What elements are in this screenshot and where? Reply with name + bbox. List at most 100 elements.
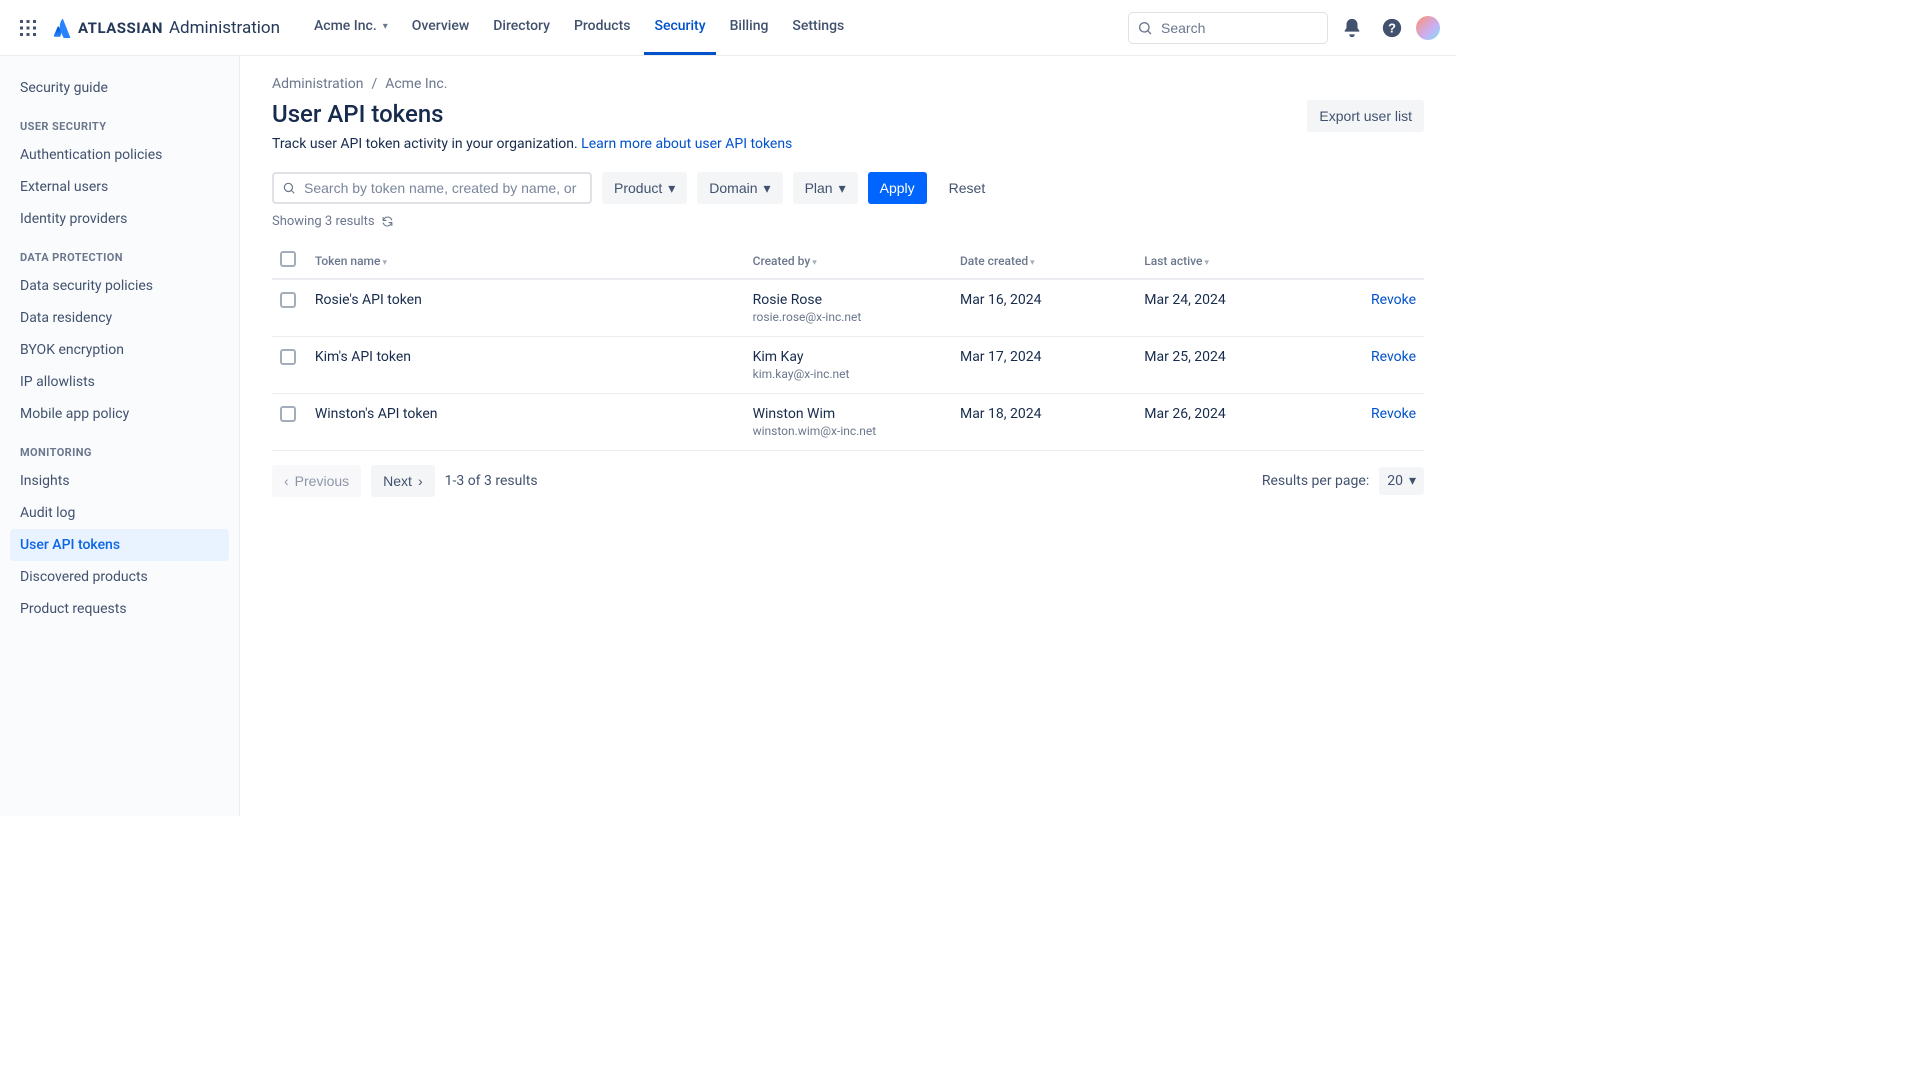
top-nav: ATLASSIAN Administration Acme Inc. ▾ Ove… — [0, 0, 1456, 56]
atlassian-logo[interactable]: ATLASSIAN Administration — [52, 18, 280, 38]
chevron-right-icon: › — [418, 473, 423, 489]
sidebar-item-user-api-tokens[interactable]: User API tokens — [10, 529, 229, 561]
notifications-icon[interactable] — [1336, 12, 1368, 44]
nav-billing[interactable]: Billing — [720, 0, 779, 55]
sidebar-item-identity-providers[interactable]: Identity providers — [10, 203, 229, 235]
sidebar-group-data-protection: DATA PROTECTION — [10, 235, 229, 270]
filter-plan[interactable]: Plan▾ — [793, 172, 858, 204]
breadcrumb-root[interactable]: Administration — [272, 76, 363, 92]
chevron-down-icon: ▾ — [668, 180, 675, 197]
primary-nav: Acme Inc. ▾ Overview Directory Products … — [304, 0, 854, 55]
pagination: ‹ Previous Next › 1-3 of 3 results Resul… — [272, 465, 1424, 497]
export-user-list-button[interactable]: Export user list — [1307, 100, 1424, 132]
page-description: Track user API token activity in your or… — [272, 136, 1424, 152]
reset-button[interactable]: Reset — [937, 172, 998, 204]
search-icon — [1137, 20, 1153, 36]
revoke-link[interactable]: Revoke — [1371, 349, 1416, 365]
org-switcher[interactable]: Acme Inc. ▾ — [304, 0, 398, 55]
page-description-text: Track user API token activity in your or… — [272, 136, 581, 152]
results-per-page-select[interactable]: 20 ▾ — [1379, 467, 1424, 495]
revoke-link[interactable]: Revoke — [1371, 406, 1416, 422]
cell-created-by: Kim Kay kim.kay@x-inc.net — [745, 337, 952, 394]
col-created-by[interactable]: Created by▾ — [745, 243, 952, 279]
nav-settings[interactable]: Settings — [782, 0, 854, 55]
sort-icon: ▾ — [1030, 258, 1035, 268]
sidebar: Security guide USER SECURITY Authenticat… — [0, 56, 240, 816]
sort-icon: ▾ — [812, 258, 817, 268]
col-date-created[interactable]: Date created▾ — [952, 243, 1136, 279]
refresh-icon[interactable] — [381, 215, 394, 228]
brand-suffix: Administration — [169, 18, 280, 38]
nav-security[interactable]: Security — [644, 0, 715, 55]
sort-icon: ▾ — [382, 258, 387, 268]
sidebar-item-discovered-products[interactable]: Discovered products — [10, 561, 229, 593]
cell-last-active: Mar 25, 2024 — [1136, 337, 1320, 394]
previous-button[interactable]: ‹ Previous — [272, 465, 361, 497]
search-icon — [282, 181, 296, 195]
atlassian-mark-icon — [52, 18, 72, 38]
sidebar-item-data-residency[interactable]: Data residency — [10, 302, 229, 334]
cell-token-name: Kim's API token — [307, 337, 745, 394]
token-search[interactable] — [272, 172, 592, 204]
chevron-left-icon: ‹ — [284, 473, 289, 489]
next-button[interactable]: Next › — [371, 465, 434, 497]
cell-date-created: Mar 16, 2024 — [952, 279, 1136, 337]
breadcrumb-org[interactable]: Acme Inc. — [385, 76, 447, 92]
sidebar-item-byok-encryption[interactable]: BYOK encryption — [10, 334, 229, 366]
global-search-input[interactable] — [1159, 19, 1344, 37]
nav-products[interactable]: Products — [564, 0, 641, 55]
results-per-page-label: Results per page: — [1262, 473, 1369, 489]
global-search[interactable] — [1128, 12, 1328, 44]
sidebar-group-user-security: USER SECURITY — [10, 104, 229, 139]
revoke-link[interactable]: Revoke — [1371, 292, 1416, 308]
cell-token-name: Rosie's API token — [307, 279, 745, 337]
main-content: Administration / Acme Inc. User API toke… — [240, 56, 1456, 816]
sidebar-item-data-security-policies[interactable]: Data security policies — [10, 270, 229, 302]
chevron-down-icon: ▾ — [1409, 473, 1416, 489]
cell-date-created: Mar 17, 2024 — [952, 337, 1136, 394]
app-switcher-icon[interactable] — [16, 16, 40, 40]
chevron-down-icon: ▾ — [383, 21, 388, 32]
nav-overview[interactable]: Overview — [402, 0, 479, 55]
sidebar-item-product-requests[interactable]: Product requests — [10, 593, 229, 625]
cell-created-by: Rosie Rose rosie.rose@x-inc.net — [745, 279, 952, 337]
sidebar-item-audit-log[interactable]: Audit log — [10, 497, 229, 529]
learn-more-link[interactable]: Learn more about user API tokens — [581, 136, 792, 152]
token-search-input[interactable] — [302, 179, 582, 197]
help-icon[interactable]: ? — [1376, 12, 1408, 44]
sidebar-security-guide[interactable]: Security guide — [10, 72, 229, 104]
cell-created-by: Winston Wim winston.wim@x-inc.net — [745, 394, 952, 451]
filter-product[interactable]: Product▾ — [602, 172, 687, 204]
col-last-active[interactable]: Last active▾ — [1136, 243, 1320, 279]
profile-avatar[interactable] — [1416, 16, 1440, 40]
tokens-table: Token name▾ Created by▾ Date created▾ La… — [272, 243, 1424, 451]
sidebar-item-mobile-app-policy[interactable]: Mobile app policy — [10, 398, 229, 430]
chevron-down-icon: ▾ — [764, 180, 771, 197]
sidebar-item-authentication-policies[interactable]: Authentication policies — [10, 139, 229, 171]
cell-last-active: Mar 26, 2024 — [1136, 394, 1320, 451]
results-count: Showing 3 results — [272, 214, 1424, 229]
filter-bar: Product▾ Domain▾ Plan▾ Apply Reset — [272, 172, 1424, 204]
sort-icon: ▾ — [1204, 258, 1209, 268]
nav-directory[interactable]: Directory — [483, 0, 560, 55]
filter-domain[interactable]: Domain▾ — [697, 172, 782, 204]
table-row: Winston's API token Winston Wim winston.… — [272, 394, 1424, 451]
row-checkbox[interactable] — [280, 406, 296, 422]
table-row: Kim's API token Kim Kay kim.kay@x-inc.ne… — [272, 337, 1424, 394]
select-all-checkbox[interactable] — [280, 251, 296, 267]
apply-button[interactable]: Apply — [868, 172, 927, 204]
row-checkbox[interactable] — [280, 292, 296, 308]
cell-token-name: Winston's API token — [307, 394, 745, 451]
sidebar-item-external-users[interactable]: External users — [10, 171, 229, 203]
page-range: 1-3 of 3 results — [445, 473, 538, 489]
sidebar-item-insights[interactable]: Insights — [10, 465, 229, 497]
table-row: Rosie's API token Rosie Rose rosie.rose@… — [272, 279, 1424, 337]
sidebar-item-ip-allowlists[interactable]: IP allowlists — [10, 366, 229, 398]
svg-text:?: ? — [1388, 20, 1396, 35]
cell-date-created: Mar 18, 2024 — [952, 394, 1136, 451]
brand-word: ATLASSIAN — [78, 19, 163, 37]
col-token-name[interactable]: Token name▾ — [307, 243, 745, 279]
cell-last-active: Mar 24, 2024 — [1136, 279, 1320, 337]
org-switcher-label: Acme Inc. — [314, 18, 377, 34]
row-checkbox[interactable] — [280, 349, 296, 365]
